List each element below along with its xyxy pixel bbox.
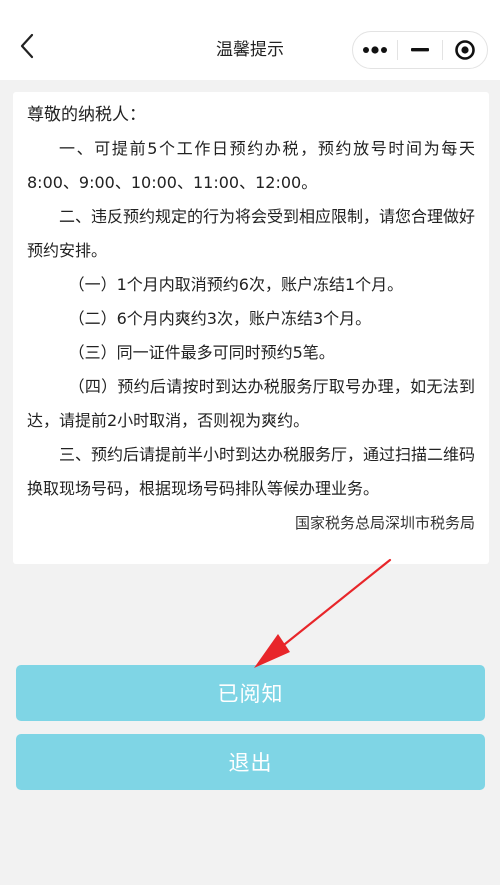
notice-rule-3: （三）同一证件最多可同时预约5笔。	[68, 343, 335, 362]
chevron-left-icon	[20, 33, 34, 59]
acknowledge-button[interactable]: 已阅知	[16, 665, 485, 721]
back-button[interactable]	[8, 26, 48, 66]
notice-card: 尊敬的纳税人： 一、可提前5个工作日预约办税，预约放号时间为每天8:00、9:0…	[13, 92, 489, 564]
minus-icon	[411, 48, 429, 52]
notice-rule-2: （二）6个月内爽约3次，账户冻结3个月。	[68, 309, 372, 328]
mini-program-capsule	[352, 31, 488, 69]
close-button[interactable]	[443, 32, 487, 68]
nav-bar: 温馨提示	[0, 0, 500, 80]
notice-signature: 国家税务总局深圳市税务局	[294, 514, 475, 532]
notice-paragraph-3: 三、预约后请提前半小时到达办税服务厅，通过扫描二维码换取现场号码，根据现场号码排…	[27, 445, 476, 498]
notice-greeting: 尊敬的纳税人：	[27, 105, 146, 125]
more-dots-icon	[363, 46, 387, 54]
notice-paragraph-2: 二、违反预约规定的行为将会受到相应限制，请您合理做好预约安排。	[27, 207, 476, 260]
more-button[interactable]	[353, 32, 397, 68]
minimize-button[interactable]	[398, 32, 442, 68]
notice-rule-1: （一）1个月内取消预约6次，账户冻结1个月。	[68, 275, 404, 294]
exit-button[interactable]: 退出	[16, 734, 485, 790]
notice-paragraph-1: 一、可提前5个工作日预约办税，预约放号时间为每天8:00、9:00、10:00、…	[27, 139, 475, 192]
target-icon	[455, 40, 475, 60]
notice-rule-4: （四）预约后请按时到达办税服务厅取号办理，如无法到达，请提前2小时取消，否则视为…	[27, 377, 475, 430]
